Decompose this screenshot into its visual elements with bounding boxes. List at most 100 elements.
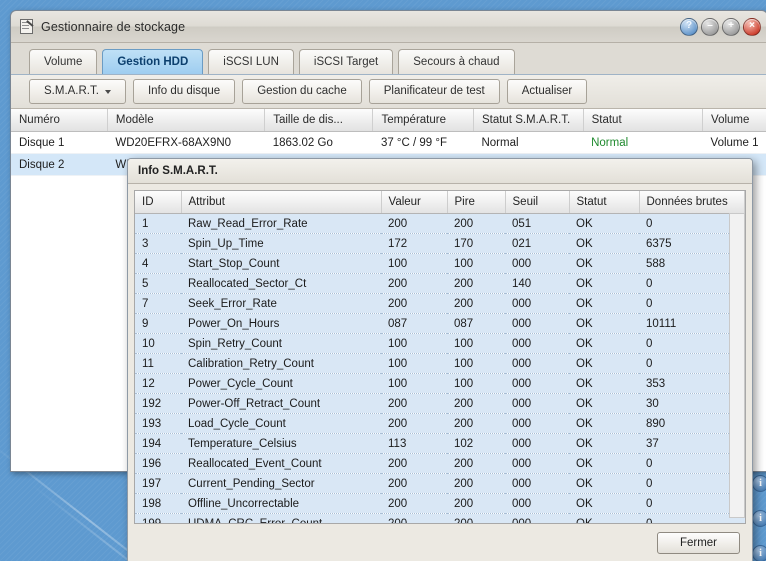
smart-cell-statut: OK: [569, 493, 639, 514]
info-icon[interactable]: i: [752, 545, 766, 561]
disk-cell-volume: Volume 1: [702, 131, 766, 154]
maximize-button[interactable]: +: [722, 17, 740, 36]
window-controls: ? – + ×: [680, 17, 761, 36]
smart-cell-pire: 200: [447, 513, 505, 523]
smart-cell-valeur: 100: [381, 333, 447, 354]
smart-table-scroll-area[interactable]: 1 Raw_Read_Error_Rate 200 200 051 OK 0 3 Spin_Up…: [135, 214, 745, 523]
help-button[interactable]: ?: [680, 17, 698, 36]
toolbar-button-label: Info du disque: [147, 85, 221, 97]
dialog-close-button[interactable]: Fermer: [656, 532, 740, 554]
smart-column-header[interactable]: Attribut: [181, 191, 382, 214]
toolbar-button-s-m-a-r-t[interactable]: S.M.A.R.T.: [29, 79, 126, 104]
smart-column-header[interactable]: Données brutes: [639, 191, 745, 214]
info-icon[interactable]: i: [752, 510, 766, 527]
dialog-vertical-scrollbar[interactable]: [729, 213, 745, 518]
smart-cell-statut: OK: [569, 373, 639, 394]
smart-cell-id: 1: [135, 214, 181, 234]
smart-cell-valeur: 172: [381, 233, 447, 254]
smart-cell-seuil: 000: [505, 253, 569, 274]
smart-cell-id: 193: [135, 413, 181, 434]
disk-column-header[interactable]: Température: [372, 109, 474, 132]
toolbar-button-gestion-du-cache[interactable]: Gestion du cache: [242, 79, 362, 104]
smart-cell-seuil: 021: [505, 233, 569, 254]
smart-cell-statut: OK: [569, 433, 639, 454]
smart-table-row[interactable]: 1 Raw_Read_Error_Rate 200 200 051 OK 0: [135, 214, 745, 234]
smart-cell-id: 12: [135, 373, 181, 394]
window-title: Gestionnaire de stockage: [41, 19, 186, 34]
smart-cell-pire: 087: [447, 313, 505, 334]
disk-manager-icon: [20, 19, 34, 34]
smart-cell-seuil: 000: [505, 293, 569, 314]
smart-table-row[interactable]: 3 Spin_Up_Time 172 170 021 OK 6375: [135, 233, 745, 254]
smart-table-row[interactable]: 12 Power_Cycle_Count 100 100 000 OK 353: [135, 373, 745, 394]
smart-cell-attribut: Load_Cycle_Count: [181, 413, 381, 434]
smart-cell-pire: 200: [447, 453, 505, 474]
disk-column-header[interactable]: Statut: [583, 109, 704, 132]
smart-cell-id: 7: [135, 293, 181, 314]
toolbar-button-planificateur-de-test[interactable]: Planificateur de test: [368, 79, 500, 104]
smart-cell-pire: 200: [447, 413, 505, 434]
smart-cell-valeur: 113: [381, 433, 447, 454]
smart-table-row[interactable]: 9 Power_On_Hours 087 087 000 OK 10111: [135, 313, 745, 334]
close-button[interactable]: ×: [743, 17, 761, 36]
disk-column-header[interactable]: Taille de dis...: [264, 109, 374, 132]
smart-cell-statut: OK: [569, 333, 639, 354]
smart-table-row[interactable]: 11 Calibration_Retry_Count 100 100 000 OK 0: [135, 353, 745, 374]
smart-cell-attribut: Seek_Error_Rate: [181, 293, 381, 314]
smart-cell-id: 197: [135, 473, 181, 494]
smart-cell-seuil: 000: [505, 493, 569, 514]
chevron-down-icon[interactable]: [104, 89, 111, 94]
smart-cell-statut: OK: [569, 473, 639, 494]
smart-cell-pire: 200: [447, 293, 505, 314]
smart-table-row[interactable]: 199UDMA_CRC_Error_Count200200000OK0: [135, 513, 745, 523]
toolbar-button-actualiser[interactable]: Actualiser: [506, 79, 588, 104]
disk-table-row[interactable]: Disque 1 WD20EFRX-68AX9N0 1863.02 Go 37 °C …: [11, 131, 766, 154]
info-icon[interactable]: i: [752, 475, 766, 492]
smart-table-row[interactable]: 7 Seek_Error_Rate 200 200 000 OK 0: [135, 293, 745, 314]
tab-secours-chaud[interactable]: Secours à chaud: [398, 49, 515, 74]
smart-cell-statut: OK: [569, 453, 639, 474]
smart-table-row[interactable]: 10 Spin_Retry_Count 100 100 000 OK 0: [135, 333, 745, 354]
smart-cell-attribut: Current_Pending_Sector: [181, 473, 381, 494]
smart-column-header[interactable]: Valeur: [381, 191, 448, 214]
tab-gestion-hdd[interactable]: Gestion HDD: [102, 49, 204, 74]
disk-column-header[interactable]: Numéro: [11, 109, 108, 132]
smart-cell-statut: OK: [569, 293, 639, 314]
smart-cell-statut: OK: [569, 214, 639, 234]
smart-column-header[interactable]: Statut: [569, 191, 640, 214]
smart-cell-attribut: Temperature_Celsius: [181, 433, 381, 454]
toolbar-button-label: Planificateur de test: [383, 85, 485, 97]
window-titlebar: Gestionnaire de stockage ? – + ×: [11, 11, 766, 43]
smart-table-row[interactable]: 198 Offline_Uncorrectable 200 200 000 OK 0: [135, 493, 745, 514]
tab-iscsi-lun[interactable]: iSCSI LUN: [208, 49, 294, 74]
smart-table-row[interactable]: 197 Current_Pending_Sector 200 200 000 OK 0: [135, 473, 745, 494]
smart-cell-pire: 200: [447, 273, 505, 294]
smart-table-row[interactable]: 5 Reallocated_Sector_Ct 200 200 140 OK 0: [135, 273, 745, 294]
smart-cell-valeur: 200: [381, 493, 447, 514]
smart-cell-attribut: Reallocated_Sector_Ct: [181, 273, 381, 294]
smart-info-dialog: Info S.M.A.R.T. ID Attribut Valeur Pire Seui…: [127, 158, 753, 561]
tab-iscsi-target[interactable]: iSCSI Target: [298, 49, 394, 74]
smart-column-header[interactable]: Pire: [447, 191, 506, 214]
disk-cell-statut_smart: Normal: [473, 131, 584, 154]
smart-column-header[interactable]: ID: [135, 191, 182, 214]
smart-cell-statut: OK: [569, 413, 639, 434]
smart-table-row[interactable]: 193 Load_Cycle_Count 200 200 000 OK 890: [135, 413, 745, 434]
disk-column-header[interactable]: Volume: [702, 109, 766, 132]
toolbar-button-info-du-disque[interactable]: Info du disque: [132, 79, 236, 104]
disk-cell-temperature: 37 °C / 99 °F: [372, 131, 474, 154]
smart-table-row[interactable]: 4 Start_Stop_Count 100 100 000 OK 588: [135, 253, 745, 274]
tab-volume[interactable]: Volume: [29, 49, 98, 74]
disk-column-header[interactable]: Statut S.M.A.R.T.: [473, 109, 584, 132]
smart-cell-seuil: 140: [505, 273, 569, 294]
smart-table-row[interactable]: 194 Temperature_Celsius 113 102 000 OK 37: [135, 433, 745, 454]
smart-cell-attribut: Start_Stop_Count: [181, 253, 381, 274]
smart-column-header[interactable]: Seuil: [505, 191, 570, 214]
smart-table-row[interactable]: 192 Power-Off_Retract_Count 200 200 000 OK 30: [135, 393, 745, 414]
disk-column-header[interactable]: Modèle: [107, 109, 266, 132]
minimize-button[interactable]: –: [701, 17, 719, 36]
smart-table-row[interactable]: 196 Reallocated_Event_Count 200 200 000 OK 0: [135, 453, 745, 474]
smart-cell-id: 9: [135, 313, 181, 334]
smart-cell-seuil: 051: [505, 214, 569, 234]
smart-table-header-row: ID Attribut Valeur Pire Seuil Statut Données b…: [135, 191, 745, 214]
